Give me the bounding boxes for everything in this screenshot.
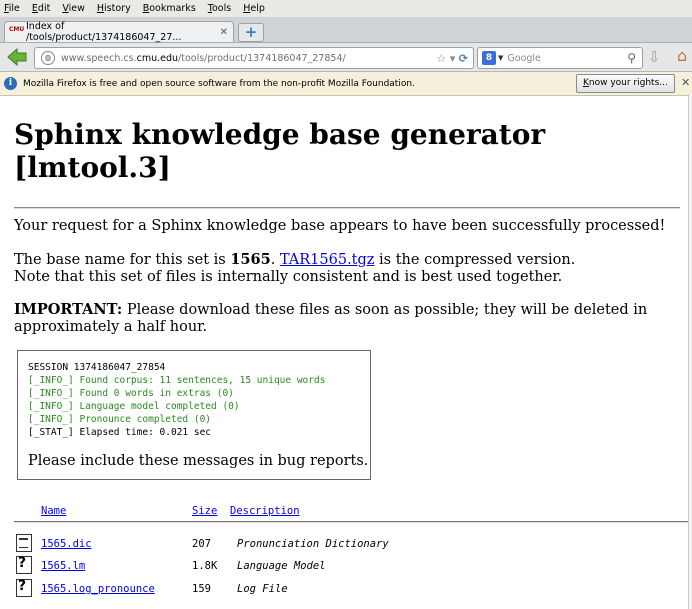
file-size: 159 xyxy=(192,583,211,595)
search-bar[interactable]: 8 ▼ Google ⚲ xyxy=(477,47,643,69)
page-title: Sphinx knowledge base generator [lmtool.… xyxy=(14,118,546,184)
base-name: 1565 xyxy=(230,251,271,268)
reload-icon[interactable]: ⟳ xyxy=(459,52,468,65)
sort-by-description-link[interactable]: Description xyxy=(230,505,300,517)
tar-download-link[interactable]: TAR1565.tgz xyxy=(280,252,375,268)
page-content: Sphinx knowledge base generator [lmtool.… xyxy=(0,94,692,609)
back-button[interactable] xyxy=(6,47,28,67)
file-description: Log File xyxy=(237,583,288,595)
home-icon[interactable]: ⌂ xyxy=(677,46,687,65)
file-size: 1.8K xyxy=(192,560,218,572)
divider xyxy=(14,207,680,209)
unknown-file-icon xyxy=(16,578,32,597)
file-size: 207 xyxy=(192,538,211,550)
file-description: Language Model xyxy=(237,560,326,572)
file-description: Pronunciation Dictionary xyxy=(237,538,389,550)
tab-title: Index of /tools/product/1374186047_27... xyxy=(26,21,182,43)
menu-file[interactable]: File xyxy=(4,3,20,14)
log-line: [_STAT_] Elapsed time: 0.021 sec xyxy=(28,427,212,438)
engine-dropdown-icon[interactable]: ▼ xyxy=(498,54,503,62)
back-arrow-icon xyxy=(7,47,27,67)
menu-edit[interactable]: Edit xyxy=(32,3,50,14)
tab-close-icon[interactable]: ✕ xyxy=(220,27,228,38)
table-row: 1565.dic 207 Pronunciation Dictionary xyxy=(0,534,692,554)
file-link[interactable]: 1565.dic xyxy=(41,538,92,550)
log-line: [_INFO_] Found 0 words in extras (0) xyxy=(28,388,234,399)
table-row: 1565.lm 1.8K Language Model xyxy=(0,555,692,576)
session-log-box: SESSION 1374186047_27854 [_INFO_] Found … xyxy=(17,350,371,480)
important-paragraph: IMPORTANT: Please download these files a… xyxy=(14,301,648,335)
search-engine-icon[interactable]: 8 xyxy=(482,51,496,65)
file-link[interactable]: 1565.log_pronounce xyxy=(41,583,155,595)
table-row: 1565.log_pronounce 159 Log File xyxy=(0,578,692,599)
session-log: SESSION 1374186047_27854 [_INFO_] Found … xyxy=(28,361,325,439)
sort-by-name-link[interactable]: Name xyxy=(41,505,66,517)
log-line: [_INFO_] Language model completed (0) xyxy=(28,401,240,412)
bug-report-note: Please include these messages in bug rep… xyxy=(28,453,369,469)
consistency-note: Note that this set of files is internall… xyxy=(14,269,563,285)
log-line: [_INFO_] Found corpus: 11 sentences, 15 … xyxy=(28,375,326,386)
menu-view[interactable]: View xyxy=(62,3,85,14)
cmu-favicon-icon: CMU xyxy=(9,25,25,33)
downloads-icon[interactable]: ⇩ xyxy=(648,48,661,66)
url-text: www.speech.cs.cmu.edu/tools/product/1374… xyxy=(61,52,346,64)
log-line: SESSION 1374186047_27854 xyxy=(28,362,166,373)
text-file-icon xyxy=(16,534,32,552)
menu-history[interactable]: History xyxy=(97,3,131,14)
menu-tools[interactable]: Tools xyxy=(208,3,231,14)
base-name-paragraph: The base name for this set is 1565. TAR1… xyxy=(14,251,576,285)
search-icon[interactable]: ⚲ xyxy=(627,51,636,65)
file-link[interactable]: 1565.lm xyxy=(41,560,85,572)
browser-tab[interactable]: CMU Index of /tools/product/1374186047_2… xyxy=(4,21,234,43)
close-icon[interactable]: ✕ xyxy=(681,76,690,89)
new-tab-button[interactable]: + xyxy=(238,23,264,42)
menu-bookmarks[interactable]: Bookmarks xyxy=(143,3,196,14)
notification-bar: i Mozilla Firefox is free and open sourc… xyxy=(0,72,692,96)
menu-bar: File Edit View History Bookmarks Tools H… xyxy=(0,0,692,18)
unknown-file-icon xyxy=(16,555,32,574)
log-line: [_INFO_] Pronounce completed (0) xyxy=(28,414,212,425)
know-your-rights-button[interactable]: Know your rights... xyxy=(576,74,675,93)
search-input[interactable]: Google xyxy=(507,53,541,64)
tab-bar: CMU Index of /tools/product/1374186047_2… xyxy=(0,18,692,43)
navigation-bar: ◍ www.speech.cs.cmu.edu/tools/product/13… xyxy=(0,43,692,72)
table-divider xyxy=(14,521,690,523)
url-bar[interactable]: ◍ www.speech.cs.cmu.edu/tools/product/13… xyxy=(34,47,474,69)
history-dropdown-icon[interactable]: ▾ xyxy=(450,52,456,65)
important-label: IMPORTANT: xyxy=(14,301,123,318)
success-message: Your request for a Sphinx knowledge base… xyxy=(14,218,666,234)
menu-help[interactable]: Help xyxy=(243,3,265,14)
scrollbar[interactable] xyxy=(688,94,692,609)
info-icon: i xyxy=(4,77,17,90)
site-identity-icon[interactable]: ◍ xyxy=(41,51,55,65)
url-bar-icons: ☆ ▾ ⟳ xyxy=(436,52,468,65)
bookmark-star-icon[interactable]: ☆ xyxy=(436,52,446,65)
notification-text: Mozilla Firefox is free and open source … xyxy=(23,78,415,89)
sort-by-size-link[interactable]: Size xyxy=(192,505,217,517)
